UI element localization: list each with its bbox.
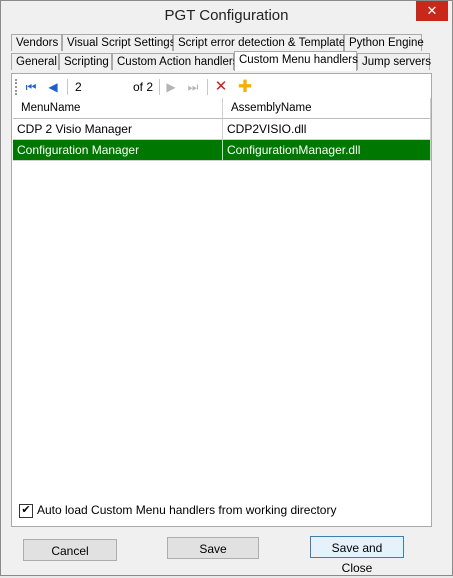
tab-custom-action-handlers[interactable]: Custom Action handlers — [112, 53, 238, 70]
title-bar: PGT Configuration ✕ — [1, 1, 452, 31]
record-navigator: ⏮ ◀ of 2 ▶ ⏭ ✕ ✚ — [15, 76, 427, 98]
close-icon: ✕ — [426, 3, 438, 18]
table-row[interactable]: CDP 2 Visio Manager CDP2VISIO.dll — [13, 119, 431, 140]
last-record-icon[interactable]: ⏭ — [185, 78, 201, 96]
handlers-grid: MenuName AssemblyName CDP 2 Visio Manage… — [13, 98, 431, 230]
tab-vendors[interactable]: Vendors — [11, 34, 62, 51]
tab-script-error-detection[interactable]: Script error detection & Templates — [173, 34, 351, 51]
column-header-assemblyname[interactable]: AssemblyName — [223, 98, 431, 119]
previous-record-icon[interactable]: ◀ — [45, 78, 61, 96]
menu-name-cell[interactable]: Configuration Manager — [13, 140, 223, 161]
save-button[interactable]: Save — [167, 537, 259, 559]
column-header-menuname[interactable]: MenuName — [13, 98, 223, 119]
record-count: of 2 — [133, 80, 154, 94]
tab-scripting[interactable]: Scripting — [59, 53, 112, 70]
toolbar-separator — [67, 79, 68, 95]
position-input[interactable] — [73, 78, 131, 96]
config-window: PGT Configuration ✕ Vendors Visual Scrip… — [0, 0, 453, 576]
table-row-selected[interactable]: Configuration Manager ConfigurationManag… — [13, 140, 431, 161]
assembly-name-cell[interactable]: ConfigurationManager.dll — [223, 140, 431, 161]
add-icon[interactable]: ✚ — [237, 78, 253, 96]
autoload-checkbox[interactable]: ✔ — [19, 504, 33, 518]
toolbar-separator — [207, 79, 208, 95]
tab-general[interactable]: General — [11, 53, 59, 70]
tab-jump-servers[interactable]: Jump servers — [357, 53, 431, 70]
custom-menu-handlers-panel: ⏮ ◀ of 2 ▶ ⏭ ✕ ✚ MenuName AssemblyName C… — [11, 73, 432, 527]
close-button[interactable]: ✕ — [416, 1, 448, 21]
first-record-icon[interactable]: ⏮ — [23, 78, 39, 96]
tab-custom-menu-handlers[interactable]: Custom Menu handlers — [234, 51, 358, 71]
delete-icon[interactable]: ✕ — [213, 78, 229, 96]
menu-name-cell[interactable]: CDP 2 Visio Manager — [13, 119, 223, 140]
tab-visual-script-settings[interactable]: Visual Script Settings — [62, 34, 175, 51]
assembly-name-cell[interactable]: CDP2VISIO.dll — [223, 119, 431, 140]
grid-header: MenuName AssemblyName — [13, 98, 431, 119]
next-record-icon[interactable]: ▶ — [163, 78, 179, 96]
cancel-button[interactable]: Cancel — [23, 539, 117, 561]
tab-python-engine[interactable]: Python Engine — [344, 34, 424, 51]
autoload-label[interactable]: Auto load Custom Menu handlers from work… — [37, 502, 336, 518]
toolbar-grip[interactable] — [15, 79, 20, 95]
toolbar-separator — [159, 79, 160, 95]
window-title: PGT Configuration — [164, 7, 289, 24]
tab-strip: Vendors Visual Script Settings Script er… — [11, 34, 431, 74]
save-and-close-button[interactable]: Save and Close — [310, 536, 404, 575]
